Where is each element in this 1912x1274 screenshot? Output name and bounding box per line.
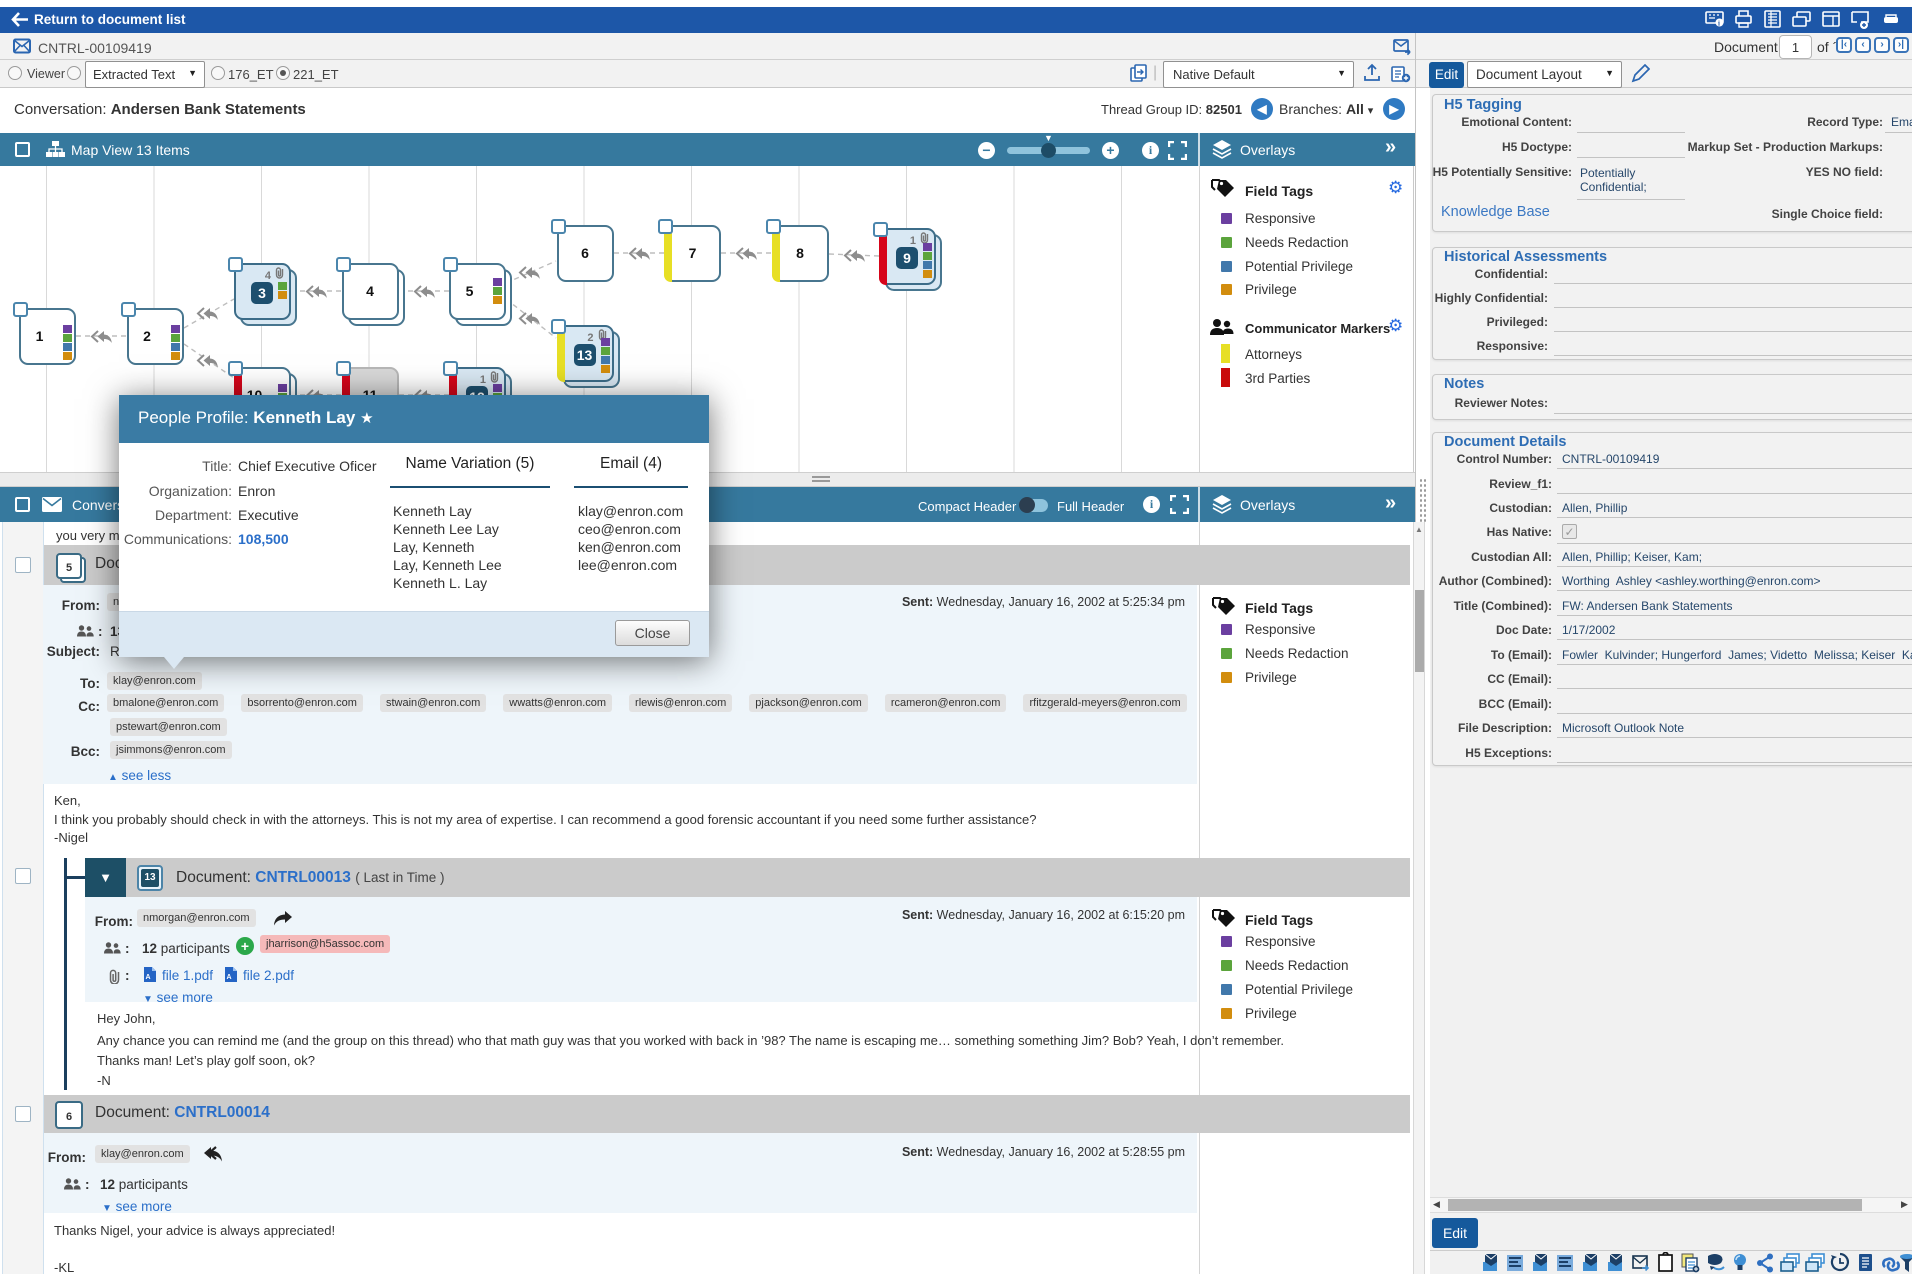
svg-text:i: i xyxy=(1718,20,1720,28)
svg-text:A: A xyxy=(227,974,232,981)
svg-text:A: A xyxy=(146,974,151,981)
